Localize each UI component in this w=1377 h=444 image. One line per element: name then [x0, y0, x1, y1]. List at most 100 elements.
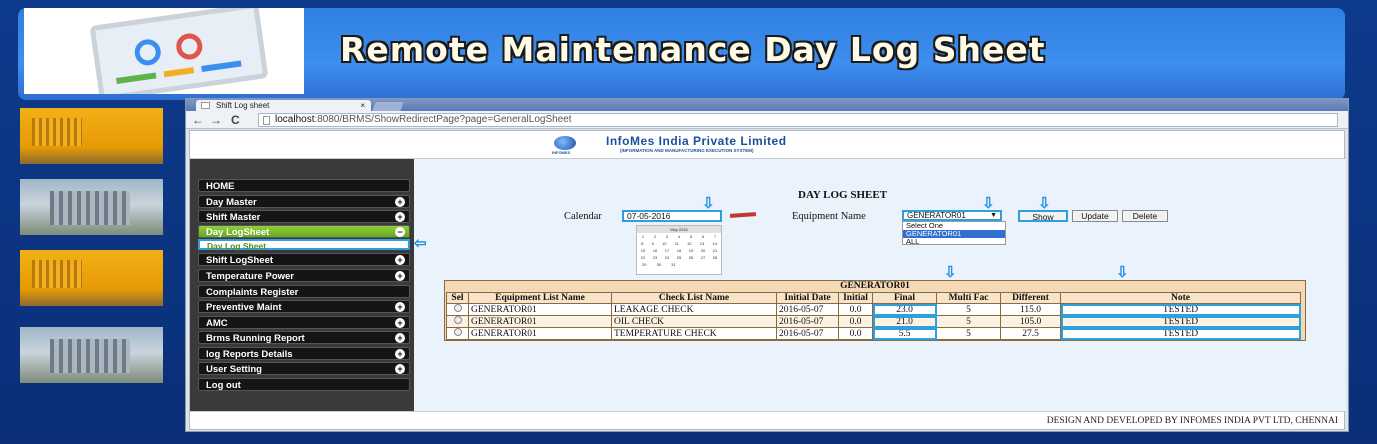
expand-icon: +: [395, 271, 405, 281]
date-cell[interactable]: 20: [701, 247, 705, 254]
sidebar-item-user-setting[interactable]: User Setting +: [198, 362, 410, 375]
column-header: Different: [1000, 292, 1061, 304]
update-button[interactable]: Update: [1072, 210, 1118, 222]
sidebar-item-label: Log out: [206, 380, 241, 391]
radio-button[interactable]: [453, 304, 462, 312]
url-path: :8080/BRMS/ShowRedirectPage?page=General…: [314, 114, 572, 125]
final-input[interactable]: 23.0: [872, 303, 937, 316]
sidebar-item-day-master[interactable]: Day Master +: [198, 195, 410, 208]
date-cell[interactable]: 14: [712, 240, 716, 247]
date-cell[interactable]: 27: [701, 254, 705, 261]
date-cell: 2016-05-07: [776, 327, 839, 340]
sidebar-item-log-reports-details[interactable]: log Reports Details +: [198, 347, 410, 360]
column-header: Check List Name: [611, 292, 777, 304]
different-cell: 115.0: [1000, 303, 1061, 316]
date-cell[interactable]: 17: [665, 247, 669, 254]
main-content: DAY LOG SHEET Calendar ⇩ 07-05-2016 May …: [414, 159, 1346, 411]
row-select[interactable]: [446, 327, 469, 340]
date-cell[interactable]: 25: [677, 254, 681, 261]
date-cell[interactable]: 22: [641, 254, 645, 261]
date-cell[interactable]: 13: [700, 240, 704, 247]
equipment-dropdown-list[interactable]: Select One GENERATOR01 ALL: [902, 221, 1006, 246]
chevron-down-icon: ▼: [990, 212, 997, 219]
calendar-date-input[interactable]: 07-05-2016: [622, 210, 722, 222]
forward-arrow-icon[interactable]: →: [210, 112, 222, 128]
show-button[interactable]: Show: [1018, 210, 1068, 222]
delete-button[interactable]: Delete: [1122, 210, 1168, 222]
sidebar-item-complaints-register[interactable]: Complaints Register: [198, 285, 410, 298]
collapse-icon: −: [395, 227, 405, 237]
highlight-down-arrow-icon: ⇩: [702, 195, 715, 212]
browser-toolbar: ← → C localhost:8080/BRMS/ShowRedirectPa…: [186, 111, 1348, 129]
sidebar-item-shift-master[interactable]: Shift Master +: [198, 210, 410, 223]
sidebar-item-home[interactable]: HOME: [198, 179, 410, 192]
browser-window: Shift Log sheet × ← → C localhost:8080/B…: [185, 98, 1349, 432]
sidebar-item-label: log Reports Details: [206, 349, 293, 360]
row-select[interactable]: [446, 303, 469, 316]
new-tab-button[interactable]: [372, 102, 404, 111]
note-input[interactable]: TESTED: [1060, 327, 1301, 340]
date-cell[interactable]: 10: [662, 240, 666, 247]
back-arrow-icon[interactable]: ←: [192, 112, 204, 128]
browser-tab[interactable]: Shift Log sheet ×: [196, 100, 371, 111]
submenu-day-log-sheet[interactable]: Day Log Sheet: [198, 239, 410, 251]
date-cell[interactable]: 3: [666, 233, 668, 240]
date-cell[interactable]: 26: [689, 254, 693, 261]
final-input[interactable]: 21.0: [872, 315, 937, 328]
date-cell[interactable]: 6: [702, 233, 704, 240]
date-picker-popup[interactable]: May 2016 1234567 8 9 10 11 12 13 14 15 16 17 18 19…: [636, 225, 722, 275]
date-cell[interactable]: 29: [642, 261, 646, 268]
date-cell[interactable]: 2: [654, 233, 656, 240]
note-input[interactable]: TESTED: [1060, 303, 1301, 316]
date-cell[interactable]: 9: [652, 240, 654, 247]
address-bar[interactable]: localhost:8080/BRMS/ShowRedirectPage?pag…: [258, 113, 1338, 127]
date-picker-week: 1 2 3 4 5 6 7: [637, 233, 721, 240]
calendar-label: Calendar: [564, 211, 602, 222]
date-cell[interactable]: 19: [689, 247, 693, 254]
sidebar-item-day-logsheet[interactable]: Day LogSheet −: [198, 225, 410, 238]
date-cell[interactable]: 16: [653, 247, 657, 254]
sidebar-item-label: Preventive Maint: [206, 302, 282, 313]
date-cell[interactable]: 15: [641, 247, 645, 254]
row-select[interactable]: [446, 315, 469, 328]
equipment-select[interactable]: GENERATOR01 ▼: [902, 210, 1002, 221]
tab-bar: Shift Log sheet ×: [186, 99, 1348, 111]
date-cell[interactable]: 11: [675, 240, 679, 247]
transformer-image: [20, 179, 163, 235]
column-header: Sel: [446, 292, 469, 304]
equipment-select-value: GENERATOR01: [907, 211, 966, 220]
table-row: GENERATOR01 OIL CHECK 2016-05-07 0.0 21.…: [446, 315, 1301, 328]
date-cell[interactable]: 23: [653, 254, 657, 261]
date-cell: 2016-05-07: [776, 315, 839, 328]
date-cell[interactable]: 12: [687, 240, 691, 247]
sidebar-item-brms-running-report[interactable]: Brms Running Report +: [198, 331, 410, 344]
final-input[interactable]: 5.5: [872, 327, 937, 340]
date-cell[interactable]: 31: [671, 261, 675, 268]
date-cell[interactable]: 18: [677, 247, 681, 254]
generator-image: [20, 250, 163, 306]
date-cell[interactable]: 30: [657, 261, 661, 268]
dropdown-option[interactable]: ALL: [903, 238, 1005, 246]
reload-icon[interactable]: C: [231, 112, 240, 128]
sidebar-item-amc[interactable]: AMC +: [198, 316, 410, 329]
transformer-image: [20, 327, 163, 383]
sidebar-item-log-out[interactable]: Log out: [198, 378, 410, 391]
tablet-image: [24, 8, 304, 94]
radio-button[interactable]: [453, 328, 462, 336]
date-cell[interactable]: 1: [642, 233, 644, 240]
close-tab-icon[interactable]: ×: [360, 100, 365, 111]
expand-icon: +: [395, 364, 405, 374]
date-cell[interactable]: 8: [641, 240, 643, 247]
date-cell[interactable]: 28: [713, 254, 717, 261]
date-cell[interactable]: 21: [713, 247, 717, 254]
sidebar-item-shift-logsheet[interactable]: Shift LogSheet +: [198, 253, 410, 266]
sidebar-item-temperature-power[interactable]: Temperature Power +: [198, 269, 410, 282]
column-header: Initial: [838, 292, 873, 304]
date-cell[interactable]: 5: [690, 233, 692, 240]
date-cell[interactable]: 24: [665, 254, 669, 261]
sidebar-item-preventive-maint[interactable]: Preventive Maint +: [198, 300, 410, 313]
radio-button[interactable]: [453, 316, 462, 324]
note-input[interactable]: TESTED: [1060, 315, 1301, 328]
date-cell[interactable]: 7: [714, 233, 716, 240]
date-cell[interactable]: 4: [678, 233, 680, 240]
